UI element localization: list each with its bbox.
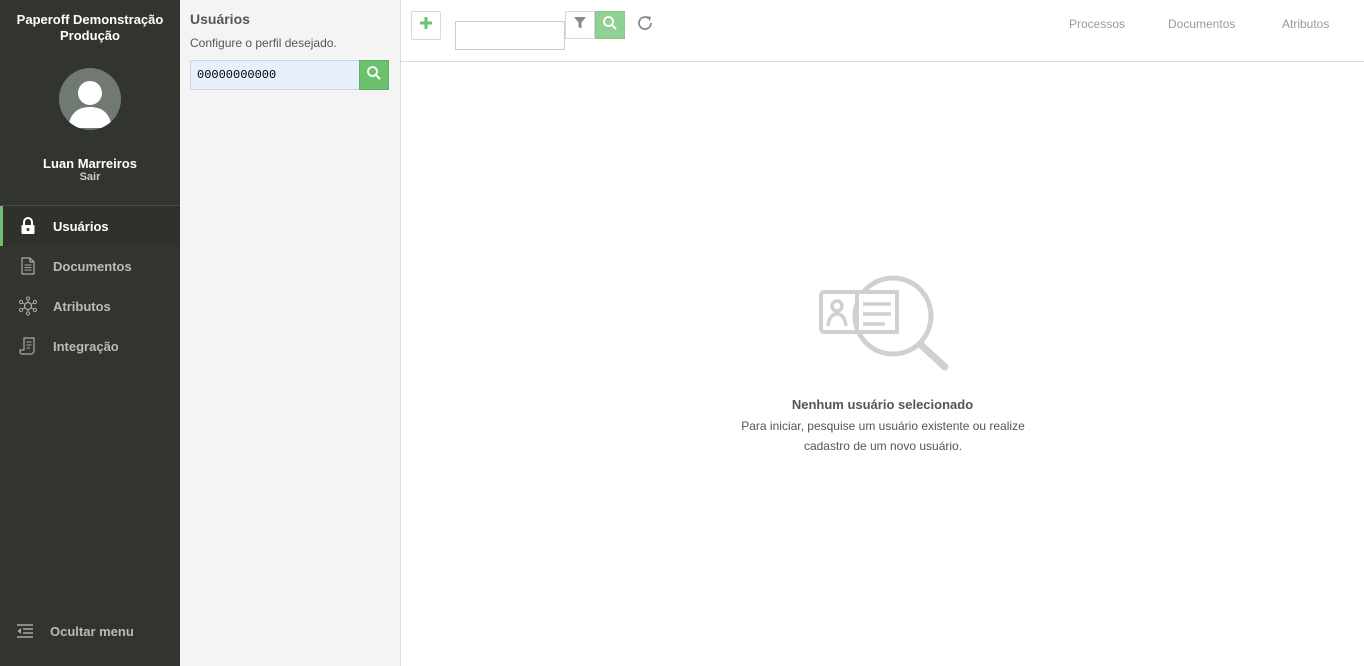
refresh-button[interactable] [634, 14, 656, 36]
user-name: Luan Marreiros [43, 156, 137, 171]
panel-title: Usuários [190, 11, 250, 27]
tab-documentos[interactable]: Documentos [1168, 17, 1235, 31]
user-avatar-icon [68, 81, 112, 128]
sidebar-item-usuarios[interactable]: Usuários [0, 206, 180, 246]
sidebar-nav: Usuários Documentos Atributos Integração [0, 206, 180, 366]
sidebar-item-label: Atributos [53, 298, 111, 314]
users-panel: Usuários Configure o perfil desejado. [180, 0, 401, 666]
hide-menu-label: Ocultar menu [50, 624, 134, 639]
logout-link[interactable]: Sair [0, 171, 180, 183]
filter-icon [573, 16, 587, 35]
document-icon [18, 256, 38, 276]
toolbar: Processos Documentos Atributos [401, 0, 1364, 62]
refresh-icon [636, 14, 654, 37]
user-search-input[interactable] [190, 60, 360, 90]
tab-processos[interactable]: Processos [1069, 17, 1125, 31]
sidebar-item-integracao[interactable]: Integração [0, 326, 180, 366]
app-title: Paperoff Demonstração Produção [16, 12, 164, 43]
integration-icon [18, 336, 38, 356]
network-icon [18, 296, 38, 316]
sidebar-item-label: Usuários [53, 218, 109, 234]
hide-menu-button[interactable]: Ocultar menu [0, 614, 180, 648]
empty-state-text: Para iniciar, pesquise um usuário existe… [741, 419, 1025, 453]
tab-atributos[interactable]: Atributos [1282, 17, 1329, 31]
user-search-button[interactable] [359, 60, 389, 90]
collapse-menu-icon [16, 622, 34, 640]
empty-state-title: Nenhum usuário selecionado [791, 397, 974, 412]
search-icon [366, 65, 382, 86]
filter-button[interactable] [565, 11, 595, 39]
main-content: Processos Documentos Atributos Nenhum us… [401, 0, 1364, 666]
id-card-search-icon [819, 275, 949, 371]
sidebar: Paperoff Demonstração Produção Luan Marr… [0, 0, 180, 666]
lock-icon [18, 216, 38, 236]
add-user-button[interactable] [411, 11, 441, 40]
sidebar-item-label: Integração [53, 338, 119, 354]
sidebar-item-documentos[interactable]: Documentos [0, 246, 180, 286]
sidebar-item-label: Documentos [53, 258, 132, 274]
sidebar-item-atributos[interactable]: Atributos [0, 286, 180, 326]
search-input[interactable] [455, 21, 565, 50]
panel-subtitle: Configure o perfil desejado. [190, 36, 337, 50]
plus-icon [419, 16, 433, 35]
empty-state-illustration [819, 270, 951, 374]
search-button[interactable] [595, 11, 625, 39]
avatar [59, 68, 121, 130]
search-icon [602, 15, 618, 36]
